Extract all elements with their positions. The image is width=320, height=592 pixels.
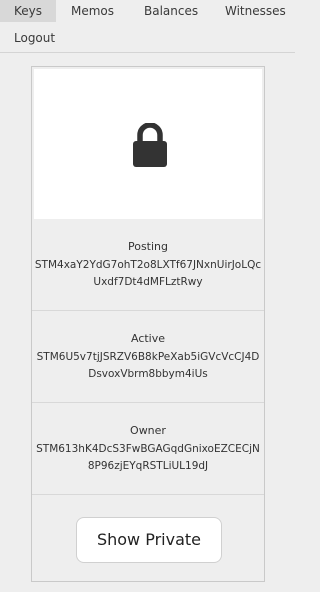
tab-keys[interactable]: Keys	[0, 0, 56, 22]
keys-card: Posting STM4xaY2YdG7ohT2o8LXTf67JNxnUirJ…	[31, 66, 265, 582]
active-key-label: Active	[130, 332, 166, 345]
active-key-value: STM6U5v7tjJSRZV6B8kPeXab5iGVcVcCJ4DDsvox…	[36, 351, 260, 380]
divider	[32, 494, 264, 495]
owner-key-value: STM613hK4DcS3FwBGAGqdGnixoEZCECjN8P96zjE…	[36, 443, 260, 472]
tab-memos[interactable]: Memos	[71, 0, 114, 22]
tab-witnesses[interactable]: Witnesses	[225, 0, 286, 22]
divider	[32, 310, 264, 311]
owner-key-block: Owner STM613hK4DcS3FwBGAGqdGnixoEZCECjN8…	[32, 423, 264, 475]
owner-key-label: Owner	[130, 424, 166, 437]
divider	[32, 402, 264, 403]
logout-link[interactable]: Logout	[14, 27, 55, 49]
lock-icon	[133, 123, 167, 167]
show-private-button[interactable]: Show Private	[76, 517, 222, 563]
posting-key-label: Posting	[127, 240, 169, 253]
posting-key-block: Posting STM4xaY2YdG7ohT2o8LXTf67JNxnUirJ…	[32, 239, 264, 291]
active-key-block: Active STM6U5v7tjJSRZV6B8kPeXab5iGVcVcCJ…	[32, 331, 264, 383]
posting-key-value: STM4xaY2YdG7ohT2o8LXTf67JNxnUirJoLQcUxdf…	[34, 259, 262, 288]
lock-panel	[34, 69, 262, 219]
tab-balances[interactable]: Balances	[144, 0, 198, 22]
top-navigation: Keys Memos Balances Witnesses Logout	[0, 0, 295, 53]
